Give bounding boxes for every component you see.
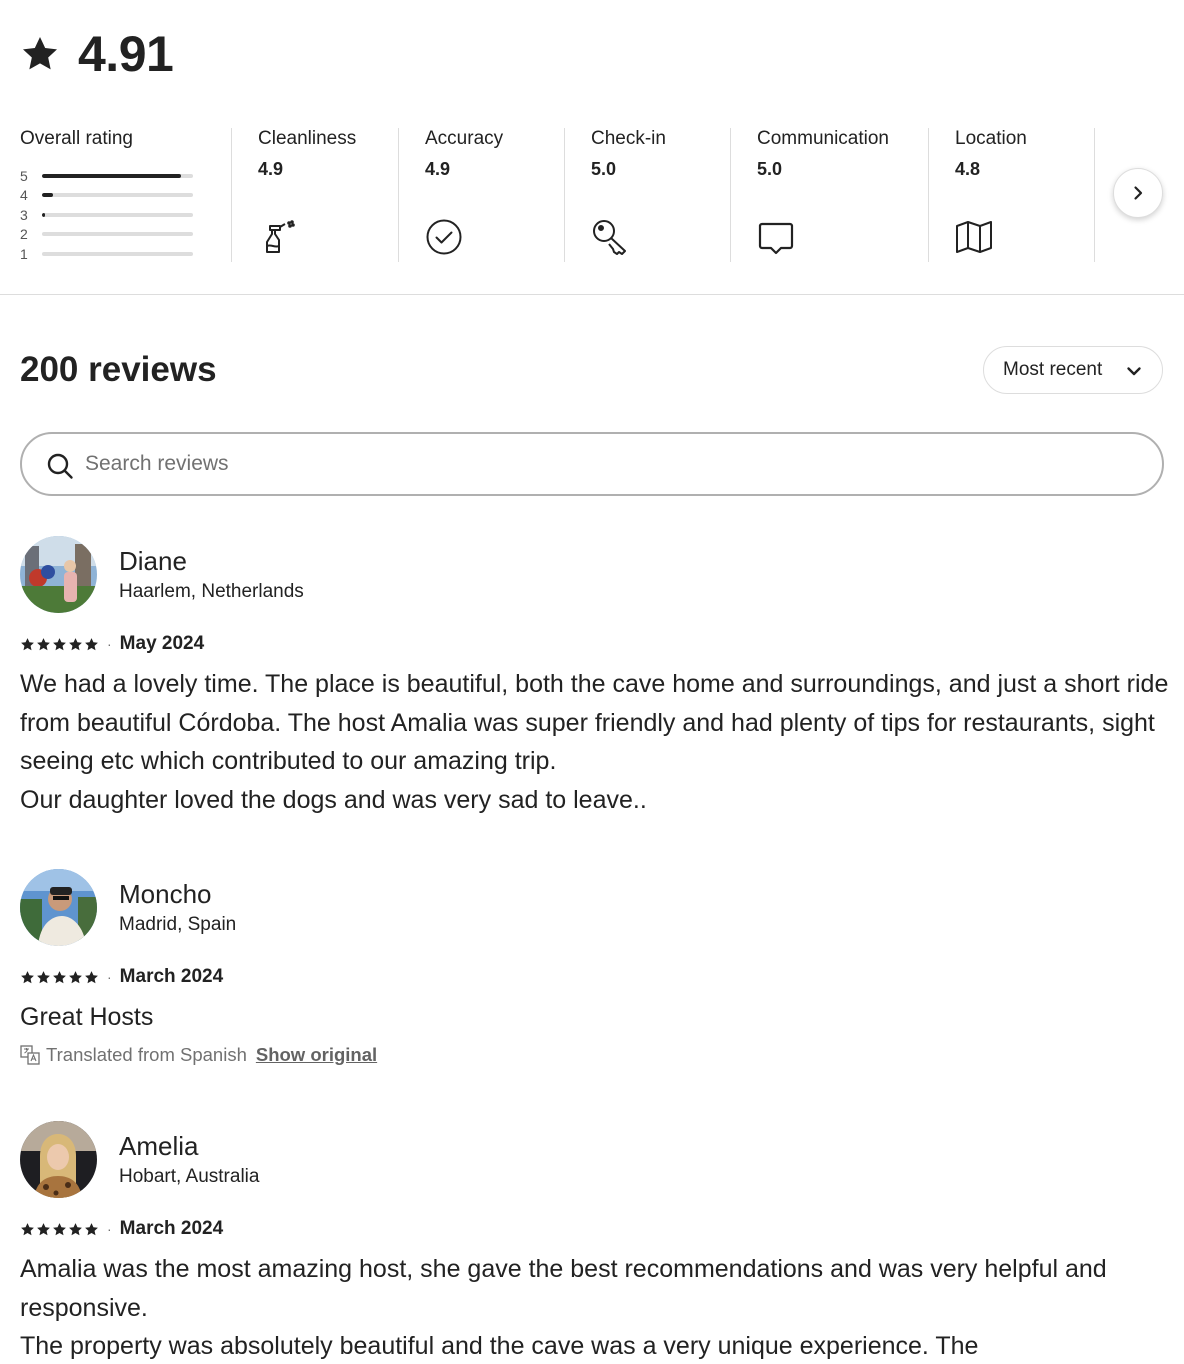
rating-bar-row: 4 [20, 186, 200, 206]
translation-note: Translated from Spanish Show original [20, 1044, 377, 1066]
category-title: Check-in [591, 128, 666, 149]
search-icon [47, 453, 73, 479]
star-icon [37, 970, 50, 983]
review-text: Amalia was the most amazing host, she ga… [20, 1255, 1107, 1360]
rating-bar-row: 1 [20, 244, 200, 264]
rating-bar-row: 2 [20, 225, 200, 245]
reviewer-name: Moncho [119, 879, 212, 909]
rating-bar-track [42, 193, 193, 198]
star-icon [21, 637, 34, 650]
category-location: Location 4.8 [928, 128, 1094, 262]
overall-rating-title: Overall rating [20, 128, 133, 149]
star-icon [85, 1222, 98, 1235]
star-icon [53, 1222, 66, 1235]
avatar[interactable] [20, 1121, 97, 1198]
search-reviews-field[interactable] [20, 432, 1164, 496]
separator-dot: · [107, 1221, 112, 1237]
star-icon [23, 37, 57, 70]
rating-bar-label: 3 [20, 206, 28, 223]
key-icon [593, 220, 626, 255]
rating-bar-label: 2 [20, 226, 28, 243]
star-rating [20, 970, 99, 985]
reviewer-location: Madrid, Spain [119, 914, 237, 935]
review-date: March 2024 [119, 966, 224, 987]
review-date: May 2024 [119, 633, 205, 654]
avatar[interactable] [20, 869, 97, 946]
review-date: March 2024 [119, 1218, 224, 1239]
spray-bottle-icon [266, 220, 295, 253]
chevron-right-icon [1134, 186, 1143, 200]
star-rating [20, 1222, 99, 1237]
category-accuracy: Accuracy 4.9 [398, 128, 564, 262]
section-divider [0, 294, 1184, 295]
category-title: Communication [757, 128, 889, 149]
category-communication: Communication 5.0 [730, 128, 928, 262]
search-input[interactable] [85, 452, 1085, 476]
review-text: We had a lovely time. The place is beaut… [20, 670, 1169, 814]
star-icon [69, 637, 82, 650]
category-value: 5.0 [591, 159, 617, 179]
reviewer-name: Amelia [119, 1131, 199, 1161]
rating-bar-track [42, 212, 193, 217]
overall-score: 4.91 [78, 26, 174, 82]
rating-bar-label: 1 [20, 245, 28, 262]
star-icon [85, 970, 98, 983]
chevron-down-icon [1127, 367, 1141, 376]
rating-categories: Overall rating 5 4 3 2 1 Cleanliness 4.9 Acc… [0, 128, 1184, 262]
star-icon [37, 637, 50, 650]
category-value: 4.8 [955, 159, 981, 179]
rating-bar-fill [42, 212, 46, 217]
category-title: Location [955, 128, 1027, 149]
rating-bar-label: 4 [20, 187, 28, 204]
category-value: 5.0 [757, 159, 783, 179]
next-categories-button[interactable] [1113, 168, 1163, 218]
category-value: 4.9 [258, 159, 284, 179]
review-text: Great Hosts [20, 1003, 154, 1031]
review-meta: · March 2024 [20, 1217, 223, 1241]
star-icon [21, 1222, 34, 1235]
sort-dropdown-button[interactable]: Most recent [983, 346, 1163, 394]
category-divider [1094, 128, 1095, 262]
separator-dot: · [107, 969, 112, 985]
rating-bar-fill [42, 173, 181, 178]
reviews-count-heading: 200 reviews [20, 350, 217, 389]
reviewer-name: Diane [119, 546, 187, 576]
show-original-link[interactable]: Show original [256, 1044, 377, 1066]
rating-bar-label: 5 [20, 167, 28, 184]
rating-bar-fill [42, 193, 53, 198]
avatar[interactable] [20, 536, 97, 613]
star-icon [69, 970, 82, 983]
translate-icon [20, 1045, 40, 1065]
category-title: Accuracy [425, 128, 504, 149]
overall-rating-block: Overall rating 5 4 3 2 1 [20, 128, 230, 262]
rating-bar-row: 5 [20, 166, 200, 186]
translated-label: Translated from Spanish [46, 1044, 247, 1065]
category-title: Cleanliness [258, 128, 357, 149]
review-meta: · May 2024 [20, 632, 204, 656]
rating-distribution: 5 4 3 2 1 [20, 166, 200, 264]
star-icon [21, 970, 34, 983]
rating-bar-track [42, 173, 193, 178]
check-circle-icon [426, 219, 462, 255]
star-icon [53, 637, 66, 650]
star-icon [69, 1222, 82, 1235]
overall-rating-header: 4.91 [20, 22, 174, 86]
star-rating [20, 637, 99, 652]
rating-bar-row: 3 [20, 205, 200, 225]
star-icon [37, 1222, 50, 1235]
star-icon [53, 970, 66, 983]
rating-bar-track [42, 251, 193, 256]
review-meta: · March 2024 [20, 965, 223, 989]
rating-bar-track [42, 232, 193, 237]
separator-dot: · [107, 636, 112, 652]
category-check-in: Check-in 5.0 [564, 128, 730, 262]
category-value: 4.9 [425, 159, 451, 179]
star-icon [85, 637, 98, 650]
category-cleanliness: Cleanliness 4.9 [231, 128, 397, 262]
sort-label: Most recent [1003, 359, 1103, 380]
chat-bubble-icon [758, 222, 794, 255]
map-icon [956, 221, 992, 253]
reviewer-location: Hobart, Australia [119, 1166, 260, 1187]
reviewer-location: Haarlem, Netherlands [119, 581, 304, 602]
